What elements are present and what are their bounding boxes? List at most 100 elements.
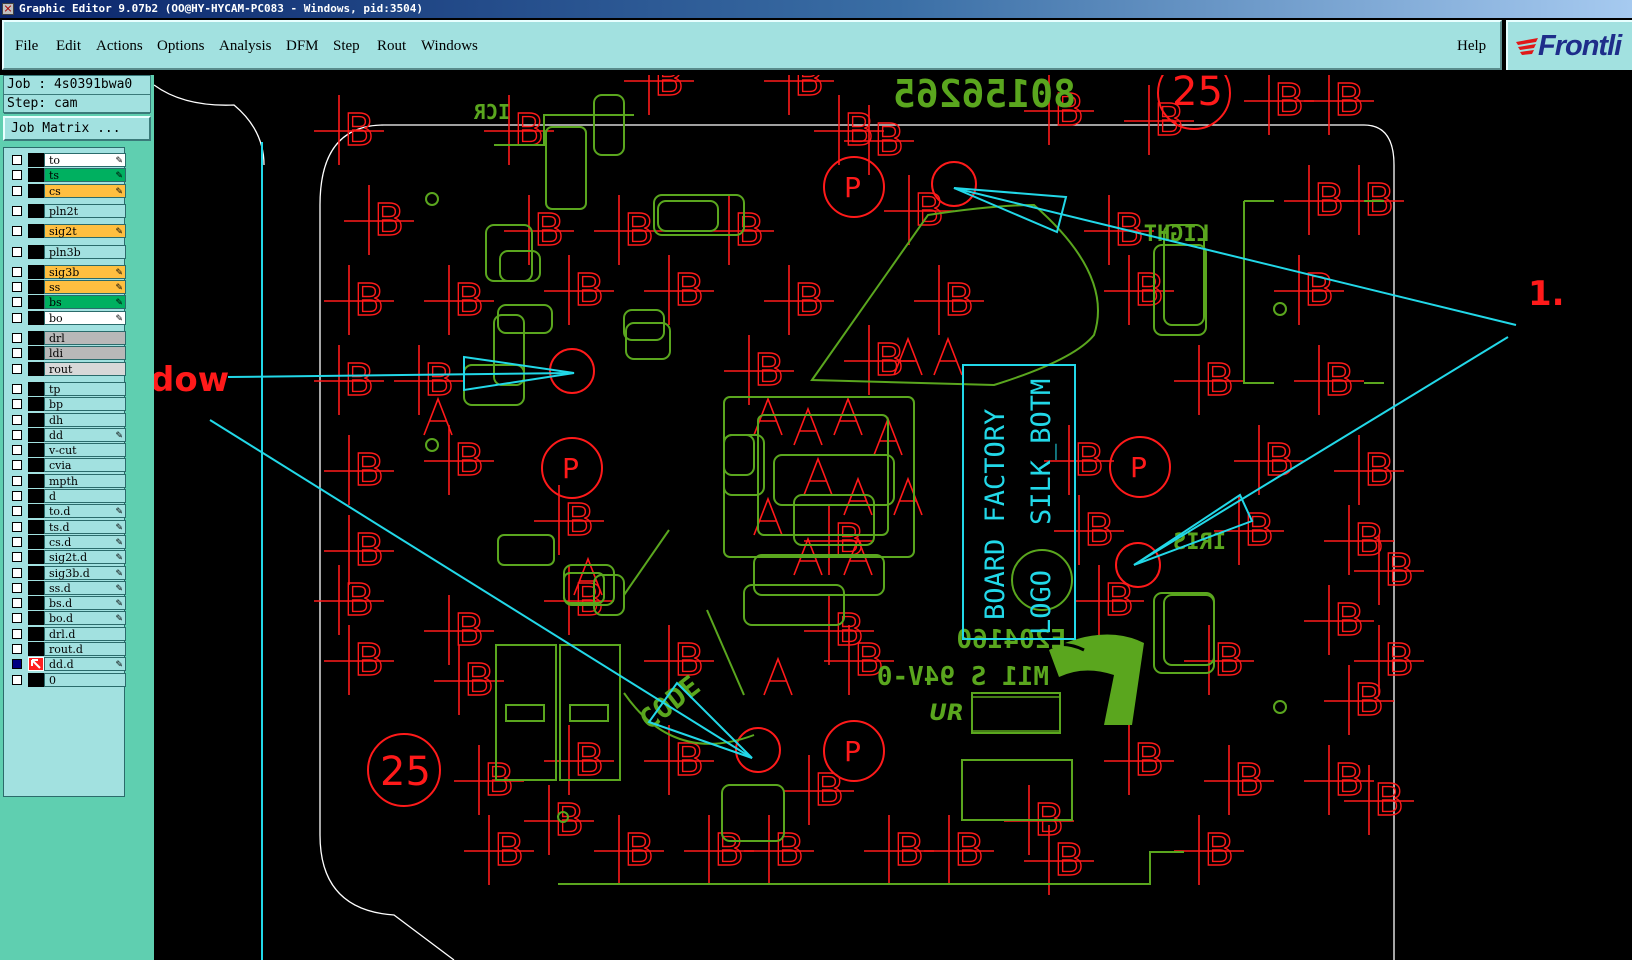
layer-row-sig2t[interactable]: sig2t ✎ bbox=[8, 224, 126, 239]
menu-dfm[interactable]: DFM bbox=[286, 38, 319, 55]
layer-row-ss[interactable]: ss ✎ bbox=[8, 280, 126, 295]
layer-name: bo.d ✎ bbox=[44, 611, 126, 626]
layer-checkbox[interactable] bbox=[12, 628, 22, 639]
layer-checkbox[interactable] bbox=[12, 491, 22, 501]
layer-checkbox[interactable] bbox=[12, 644, 22, 654]
layer-row-drl[interactable]: drl bbox=[8, 331, 126, 345]
menu-actions[interactable]: Actions bbox=[96, 38, 143, 55]
layer-row-dh[interactable]: dh bbox=[8, 412, 126, 427]
layer-edit-icon: ✎ bbox=[115, 267, 123, 278]
layer-checkbox[interactable] bbox=[12, 475, 22, 486]
layer-edit-icon: ✎ bbox=[115, 583, 123, 594]
layer-name: bo ✎ bbox=[44, 310, 126, 325]
layer-row-sig3b[interactable]: sig3b ✎ bbox=[8, 264, 126, 279]
graphic-canvas[interactable]: BBBBBBBBBBBBBBBBBBBBBBBBBBBBBBBBBBBBBBBB… bbox=[154, 75, 1632, 960]
layer-checkbox[interactable] bbox=[12, 460, 22, 471]
layer-row-rout[interactable]: rout bbox=[8, 361, 126, 376]
layer-checkbox[interactable] bbox=[12, 429, 22, 440]
number-label: 1. bbox=[1528, 274, 1565, 314]
layer-row-cs[interactable]: cs ✎ bbox=[8, 183, 126, 198]
layer-row-mpth[interactable]: mpth bbox=[8, 473, 126, 488]
layer-row-pln2t[interactable]: pln2t bbox=[8, 203, 126, 218]
layer-swatch bbox=[28, 626, 44, 641]
menu-step[interactable]: Step bbox=[333, 38, 360, 55]
layer-row-ss-d[interactable]: ss.d ✎ bbox=[8, 580, 126, 595]
layer-edit-icon: ✎ bbox=[115, 522, 123, 533]
layer-checkbox[interactable] bbox=[12, 521, 22, 532]
layer-name: sig2t.d ✎ bbox=[44, 550, 126, 565]
layer-checkbox[interactable] bbox=[12, 552, 22, 563]
layer-checkbox[interactable] bbox=[12, 348, 22, 359]
svg-text:P: P bbox=[844, 735, 861, 768]
layer-row-cvia[interactable]: cvia bbox=[8, 458, 126, 473]
layer-row-bp[interactable]: bp bbox=[8, 397, 126, 412]
layer-name: 0 bbox=[44, 672, 126, 687]
layer-swatch bbox=[28, 381, 44, 396]
layer-row-rout-d[interactable]: rout.d bbox=[8, 642, 126, 656]
layer-checkbox[interactable] bbox=[12, 297, 22, 308]
layer-checkbox[interactable] bbox=[12, 414, 22, 425]
menu-analysis[interactable]: Analysis bbox=[219, 38, 272, 55]
menu-rout[interactable]: Rout bbox=[377, 38, 406, 55]
job-matrix-button[interactable]: Job Matrix ... bbox=[3, 116, 151, 141]
layer-row-to[interactable]: to ✎ bbox=[8, 153, 126, 167]
layer-row-ldi[interactable]: ldi bbox=[8, 346, 126, 361]
refdes-mark: B bbox=[794, 75, 824, 106]
layer-row-tp[interactable]: tp bbox=[8, 381, 126, 396]
layer-checkbox[interactable] bbox=[12, 445, 22, 456]
layer-checkbox[interactable] bbox=[12, 205, 22, 216]
layer-checkbox[interactable] bbox=[12, 266, 22, 277]
layer-checkbox[interactable] bbox=[12, 536, 22, 547]
layer-row-pln3b[interactable]: pln3b bbox=[8, 244, 126, 259]
layer-row-cs-d[interactable]: cs.d ✎ bbox=[8, 534, 126, 549]
layer-row-ts[interactable]: ts ✎ bbox=[8, 168, 126, 183]
layer-row-dd[interactable]: dd ✎ bbox=[8, 427, 126, 442]
layer-checkbox[interactable] bbox=[12, 333, 22, 343]
layer-checkbox[interactable] bbox=[12, 613, 22, 624]
layer-edit-icon: ✎ bbox=[115, 186, 123, 197]
layer-swatch bbox=[28, 361, 44, 376]
layer-row-ts-d[interactable]: ts.d ✎ bbox=[8, 519, 126, 534]
layer-checkbox[interactable] bbox=[12, 383, 22, 394]
layer-checkbox[interactable] bbox=[12, 282, 22, 293]
layer-checkbox[interactable] bbox=[12, 312, 22, 323]
layer-checkbox[interactable] bbox=[12, 155, 22, 165]
layer-checkbox[interactable] bbox=[12, 170, 22, 181]
layer-checkbox[interactable] bbox=[12, 226, 22, 237]
layer-name: pln3b bbox=[44, 244, 126, 259]
layer-row-to-d[interactable]: to.d ✎ bbox=[8, 504, 126, 519]
layer-row-bo[interactable]: bo ✎ bbox=[8, 310, 126, 325]
layer-checkbox[interactable] bbox=[12, 567, 22, 578]
menu-file[interactable]: File bbox=[15, 38, 38, 55]
layer-row-bo-d[interactable]: bo.d ✎ bbox=[8, 611, 126, 626]
menu-edit[interactable]: Edit bbox=[56, 38, 81, 55]
layer-checkbox[interactable] bbox=[12, 399, 22, 410]
layer-checkbox[interactable] bbox=[12, 674, 22, 685]
layer-row-0[interactable]: 0 bbox=[8, 672, 126, 687]
pcb-drawing[interactable]: B BB BB BB B B BB B B B B BB BB B B B B B B BB B B B B BB B B B BBB B… bbox=[154, 75, 1632, 960]
app-icon bbox=[2, 3, 14, 15]
layer-row-sig3b-d[interactable]: sig3b.d ✎ bbox=[8, 565, 126, 580]
layer-checkbox[interactable] bbox=[12, 246, 22, 257]
layer-checkbox[interactable] bbox=[12, 659, 22, 670]
layer-name: ts.d ✎ bbox=[44, 519, 126, 534]
layer-checkbox[interactable] bbox=[12, 582, 22, 593]
menu-options[interactable]: Options bbox=[157, 38, 205, 55]
layer-checkbox[interactable] bbox=[12, 506, 22, 517]
menu-help[interactable]: Help bbox=[1457, 38, 1486, 55]
layer-checkbox[interactable] bbox=[12, 185, 22, 196]
layer-row-v-cut[interactable]: v-cut bbox=[8, 443, 126, 458]
layer-checkbox[interactable] bbox=[12, 363, 22, 374]
layer-name: ss.d ✎ bbox=[44, 580, 126, 595]
layer-row-d[interactable]: d bbox=[8, 489, 126, 503]
layer-row-bs-d[interactable]: bs.d ✎ bbox=[8, 596, 126, 611]
layer-name: v-cut bbox=[44, 443, 126, 458]
layer-row-sig2t-d[interactable]: sig2t.d ✎ bbox=[8, 550, 126, 565]
menu-windows[interactable]: Windows bbox=[421, 38, 478, 55]
layer-row-dd-d[interactable]: dd.d ✎ bbox=[8, 657, 126, 672]
layer-checkbox[interactable] bbox=[12, 598, 22, 609]
layer-name: tp bbox=[44, 381, 126, 396]
svg-text:UR: UR bbox=[929, 701, 964, 726]
layer-row-bs[interactable]: bs ✎ bbox=[8, 295, 126, 310]
layer-row-drl-d[interactable]: drl.d bbox=[8, 626, 126, 641]
